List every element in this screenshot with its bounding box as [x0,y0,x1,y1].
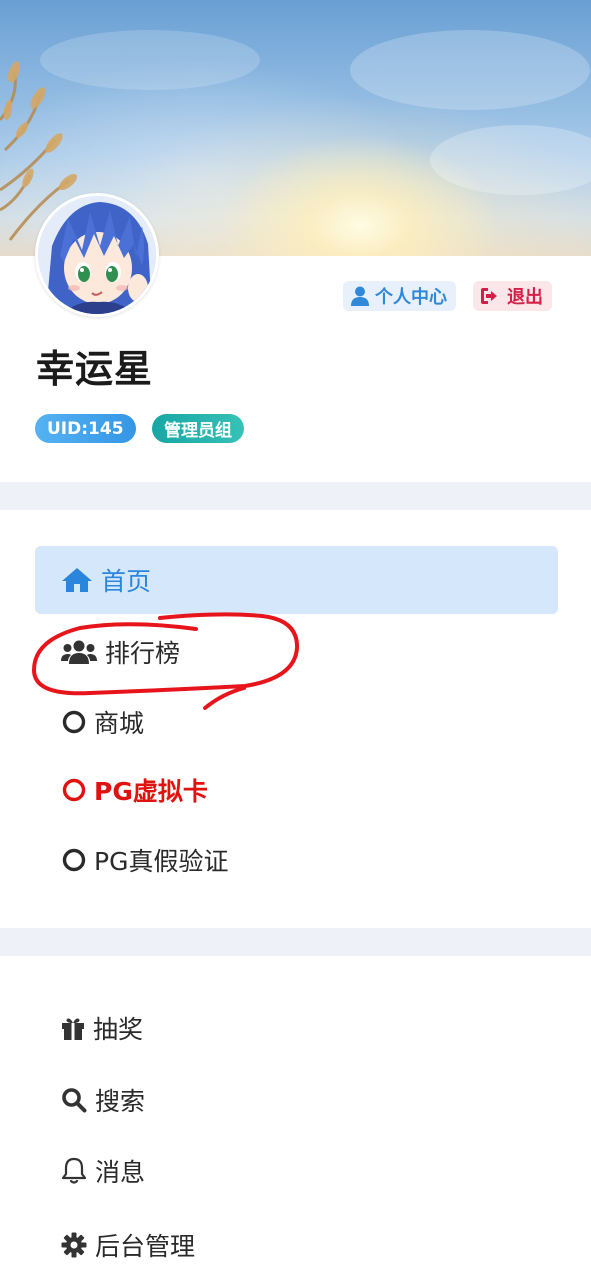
sign-out-icon [481,287,501,305]
profile-center-button[interactable]: 个人中心 [343,281,456,311]
search-icon [61,1087,87,1113]
users-icon [61,640,97,664]
avatar-image [38,196,156,314]
menu-item-label: PG虚拟卡 [94,777,208,806]
section-divider [0,482,591,510]
menu-item-pg-virtual-card[interactable]: PG虚拟卡 [35,770,558,810]
section-divider [0,928,591,956]
uid-badge: UID:145 [35,414,136,443]
circle-outline-icon [62,710,86,734]
gift-icon [61,1016,85,1040]
logout-button[interactable]: 退出 [473,281,552,311]
menu-item-home[interactable]: 首页 [35,546,558,614]
user-avatar[interactable] [35,193,159,317]
menu-item-label: 抽奖 [93,1015,144,1044]
menu-item-label: 搜索 [95,1087,146,1116]
menu-item-admin[interactable]: 后台管理 [35,1225,558,1265]
menu-item-leaderboard[interactable]: 排行榜 [35,632,558,672]
gear-icon [61,1232,87,1258]
menu-item-pg-verify[interactable]: PG真假验证 [35,840,558,880]
menu-item-label: 消息 [95,1158,146,1187]
username: 幸运星 [36,347,154,391]
profile-center-label: 个人中心 [375,287,447,308]
menu-item-label: 首页 [101,567,152,596]
menu-item-shop[interactable]: 商城 [35,702,558,742]
menu-item-label: 后台管理 [95,1232,196,1261]
menu-item-messages[interactable]: 消息 [35,1151,558,1191]
menu-item-label: 商城 [94,709,145,738]
circle-outline-icon [62,848,86,872]
home-icon [61,567,93,593]
user-group-badge: 管理员组 [152,414,244,443]
logout-label: 退出 [507,287,543,308]
menu-item-label: 排行榜 [105,639,181,668]
bell-icon [61,1157,87,1185]
user-icon [351,286,369,306]
menu-item-label: PG真假验证 [94,847,229,876]
menu-item-lottery[interactable]: 抽奖 [35,1008,558,1048]
menu-item-search[interactable]: 搜索 [35,1080,558,1120]
circle-outline-icon [62,778,86,802]
